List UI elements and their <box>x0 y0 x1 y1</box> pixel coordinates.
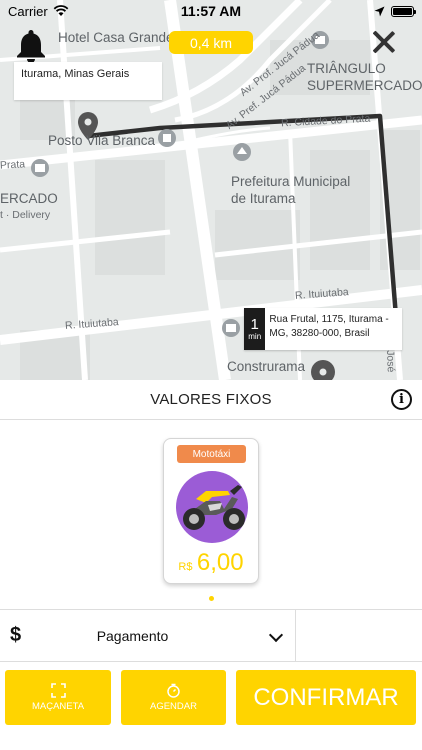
status-time: 11:57 AM <box>180 3 242 19</box>
eta-unit: min <box>248 332 262 341</box>
payment-label: Pagamento <box>96 628 169 644</box>
bottom-sheet: VALORES FIXOS i Mototáxi R$ 6,00 $ Pagam… <box>0 380 422 750</box>
map-label-posto: Posto Vila Branca <box>48 133 156 148</box>
fare-currency: R$ <box>178 561 193 573</box>
payment-row: $ Pagamento <box>0 609 422 662</box>
destination-address: Rua Frutal, 1175, Iturama - MG, 38280-00… <box>269 314 389 339</box>
fare-value: 6,00 <box>196 549 244 576</box>
battery-icon <box>391 5 416 17</box>
sheet-title: VALORES FIXOS <box>150 391 272 408</box>
fare-category: Mototáxi <box>177 445 246 463</box>
map-label-mercado: ERCADO <box>0 191 58 206</box>
agendar-button[interactable]: AGENDAR <box>121 670 226 725</box>
agendar-label: AGENDAR <box>150 701 197 712</box>
confirm-button[interactable]: CONFIRMAR <box>236 670 416 725</box>
eta-badge: 1 min <box>244 308 266 350</box>
stopwatch-icon <box>167 683 180 698</box>
destination-pin-icon <box>311 360 335 380</box>
motorcycle-icon <box>176 471 248 543</box>
fare-card-mototaxi[interactable]: Mototáxi R$ 6,00 <box>163 438 259 584</box>
info-icon[interactable]: i <box>391 389 412 410</box>
eta-minutes: 1 <box>250 316 259 333</box>
status-bar: Carrier 11:57 AM <box>0 0 422 22</box>
origin-address-box[interactable]: Iturama, Minas Gerais <box>14 62 162 100</box>
map-view[interactable]: Hotel Casa Grande Av. Prof. Jucá Pádua A… <box>0 0 422 380</box>
distance-badge: 0,4 km <box>169 31 253 54</box>
map-label-prefeitura-1: Prefeitura Municipal <box>231 174 351 189</box>
macaneta-button[interactable]: MAÇANETA <box>5 670 111 725</box>
fare-price: R$ 6,00 <box>164 549 258 577</box>
payment-method-select[interactable]: $ Pagamento <box>0 610 296 661</box>
map-label-delivery: t · Delivery <box>0 209 51 221</box>
macaneta-label: MAÇANETA <box>31 701 85 712</box>
bell-icon[interactable] <box>16 28 46 62</box>
action-bar: MAÇANETA AGENDAR CONFIRMAR <box>0 662 422 750</box>
close-icon[interactable] <box>372 30 396 54</box>
sheet-header: VALORES FIXOS i <box>0 380 422 420</box>
page-indicator-dot <box>209 596 214 601</box>
map-label-construrama: Construrama <box>227 359 306 374</box>
map-label-triangulo-1: TRIÂNGULO <box>307 61 386 76</box>
map-label-triangulo-2: SUPERMERCADO <box>307 78 422 93</box>
scan-frame-icon <box>50 683 66 698</box>
destination-info-box[interactable]: 1 min Rua Frutal, 1175, Iturama - MG, 38… <box>244 308 402 350</box>
map-label-jose: José <box>384 350 397 373</box>
map-label-prata: Prata <box>0 158 26 172</box>
map-label-hotel: Hotel Casa Grande <box>58 30 174 45</box>
map-label-prefeitura-2: de Iturama <box>231 191 296 206</box>
